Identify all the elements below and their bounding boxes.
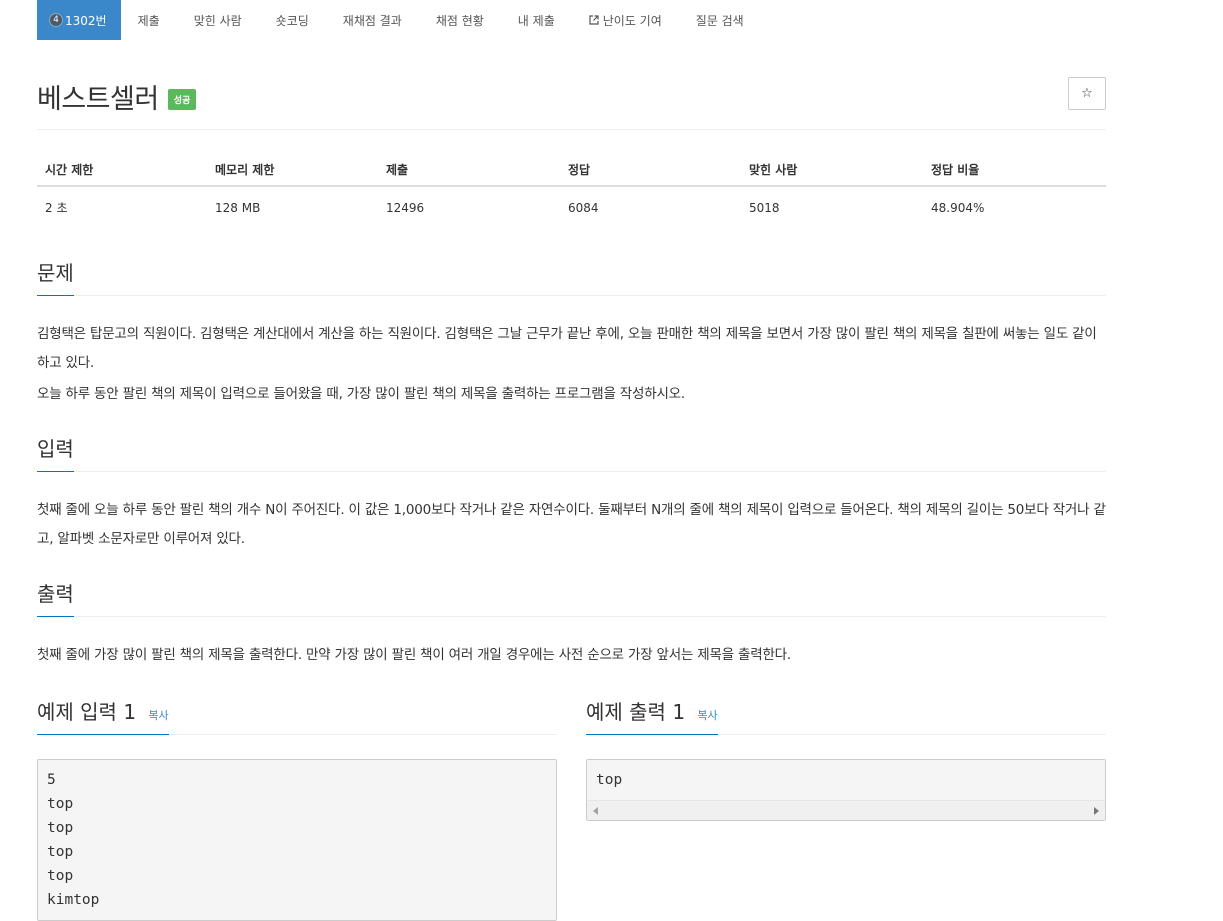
problem-page: 4 1302번 제출 맞힌 사람 숏코딩 재채점 결과 채점 현황 내 제출 난… — [37, 0, 1106, 921]
external-link-icon — [589, 15, 599, 25]
star-icon: ☆ — [1081, 86, 1093, 101]
problem-nav: 4 1302번 제출 맞힌 사람 숏코딩 재채점 결과 채점 현황 내 제출 난… — [37, 0, 1106, 40]
sample-input-code[interactable]: 5 top top top top kimtop — [37, 759, 557, 921]
tab-submit[interactable]: 제출 — [121, 0, 177, 40]
section-problem-title: 문제 — [37, 257, 74, 296]
code-line: top — [47, 820, 74, 836]
tier-badge-icon: 4 — [49, 13, 63, 27]
problem-header: 베스트셀러 성공 ☆ — [37, 77, 1106, 130]
copy-sample-input-button[interactable]: 복사 — [148, 709, 168, 722]
scroll-left-arrow-icon[interactable] — [593, 806, 598, 815]
code-line: kimtop — [47, 892, 100, 908]
tab-rejudge-results[interactable]: 재채점 결과 — [326, 0, 419, 40]
code-line: top — [47, 796, 74, 812]
section-problem: 문제 김형택은 탑문고의 직원이다. 김형택은 계산대에서 계산을 하는 직원이… — [37, 257, 1106, 409]
value-accept-ratio: 48.904% — [931, 200, 985, 215]
sample-output-code[interactable]: top — [586, 759, 1106, 821]
tab-difficulty-contribution[interactable]: 난이도 기여 — [572, 0, 679, 40]
info-header-row: 시간 제한 메모리 제한 제출 정답 맞힌 사람 정답 비율 — [37, 149, 1106, 187]
sample-input-heading-underline: 예제 입력 1 복사 — [37, 696, 169, 735]
tab-difficulty-contribution-label: 난이도 기여 — [602, 13, 662, 28]
tab-judge-status[interactable]: 채점 현황 — [419, 0, 501, 40]
tab-question-search[interactable]: 질문 검색 — [679, 0, 761, 40]
sample-output-heading: 예제 출력 1 복사 — [586, 696, 1106, 735]
section-input: 입력 첫째 줄에 오늘 하루 동안 팔린 책의 개수 N이 주어진다. 이 값은… — [37, 433, 1106, 554]
problem-title: 베스트셀러 — [37, 84, 159, 115]
output-paragraph: 첫째 줄에 가장 많이 팔린 책의 제목을 출력한다. 만약 가장 많이 팔린 … — [37, 647, 791, 663]
copy-sample-output-button[interactable]: 복사 — [697, 709, 717, 722]
section-problem-heading: 문제 — [37, 257, 1106, 296]
tab-solved-users[interactable]: 맞힌 사람 — [177, 0, 259, 40]
header-time-limit: 시간 제한 — [37, 149, 207, 187]
tab-my-submissions[interactable]: 내 제출 — [501, 0, 572, 40]
sample-input-title: 예제 입력 1 — [37, 700, 137, 724]
sample-output-title: 예제 출력 1 — [586, 700, 686, 724]
header-accept-ratio: 정답 비율 — [923, 149, 1106, 187]
problem-info-table: 시간 제한 메모리 제한 제출 정답 맞힌 사람 정답 비율 2 초 128 M… — [37, 149, 1106, 224]
favorite-button[interactable]: ☆ — [1068, 77, 1106, 110]
code-line: 5 — [47, 772, 56, 788]
section-output-title: 출력 — [37, 578, 74, 617]
tab-problem-label: 1302번 — [65, 13, 107, 28]
sample-input-column: 예제 입력 1 복사 5 top top top top kimtop — [37, 696, 557, 921]
sample-output-column: 예제 출력 1 복사 top — [586, 696, 1106, 921]
value-accepted: 6084 — [568, 200, 599, 215]
section-output-heading: 출력 — [37, 578, 1106, 617]
problem-paragraph: 김형택은 탑문고의 직원이다. 김형택은 계산대에서 계산을 하는 직원이다. … — [37, 326, 1097, 371]
section-output: 출력 첫째 줄에 가장 많이 팔린 책의 제목을 출력한다. 만약 가장 많이 … — [37, 578, 1106, 670]
value-time-limit: 2 초 — [45, 201, 68, 215]
samples-row: 예제 입력 1 복사 5 top top top top kimtop 예제 출… — [37, 696, 1106, 921]
value-solved-users: 5018 — [749, 200, 780, 215]
header-solved-users: 맞힌 사람 — [741, 149, 923, 187]
tab-short-coding[interactable]: 숏코딩 — [259, 0, 326, 40]
section-input-heading: 입력 — [37, 433, 1106, 472]
sample-output-heading-underline: 예제 출력 1 복사 — [586, 696, 718, 735]
section-input-title: 입력 — [37, 433, 74, 472]
header-accepted: 정답 — [560, 149, 741, 187]
value-memory-limit: 128 MB — [215, 200, 261, 215]
code-line: top — [47, 868, 74, 884]
code-line: top — [47, 844, 74, 860]
input-paragraph: 첫째 줄에 오늘 하루 동안 팔린 책의 개수 N이 주어진다. 이 값은 1,… — [37, 502, 1106, 547]
header-submissions: 제출 — [378, 149, 560, 187]
status-badge: 성공 — [167, 89, 197, 110]
header-memory-limit: 메모리 제한 — [207, 149, 378, 187]
tab-problem[interactable]: 4 1302번 — [37, 0, 121, 40]
sample-input-heading: 예제 입력 1 복사 — [37, 696, 557, 735]
horizontal-scrollbar[interactable] — [587, 800, 1105, 820]
code-line: top — [596, 772, 623, 788]
scroll-right-arrow-icon[interactable] — [1094, 806, 1099, 815]
value-submissions: 12496 — [386, 200, 425, 215]
info-value-row: 2 초 128 MB 12496 6084 5018 48.904% — [37, 186, 1106, 224]
problem-paragraph: 오늘 하루 동안 팔린 책의 제목이 입력으로 들어왔을 때, 가장 많이 팔린… — [37, 386, 685, 402]
